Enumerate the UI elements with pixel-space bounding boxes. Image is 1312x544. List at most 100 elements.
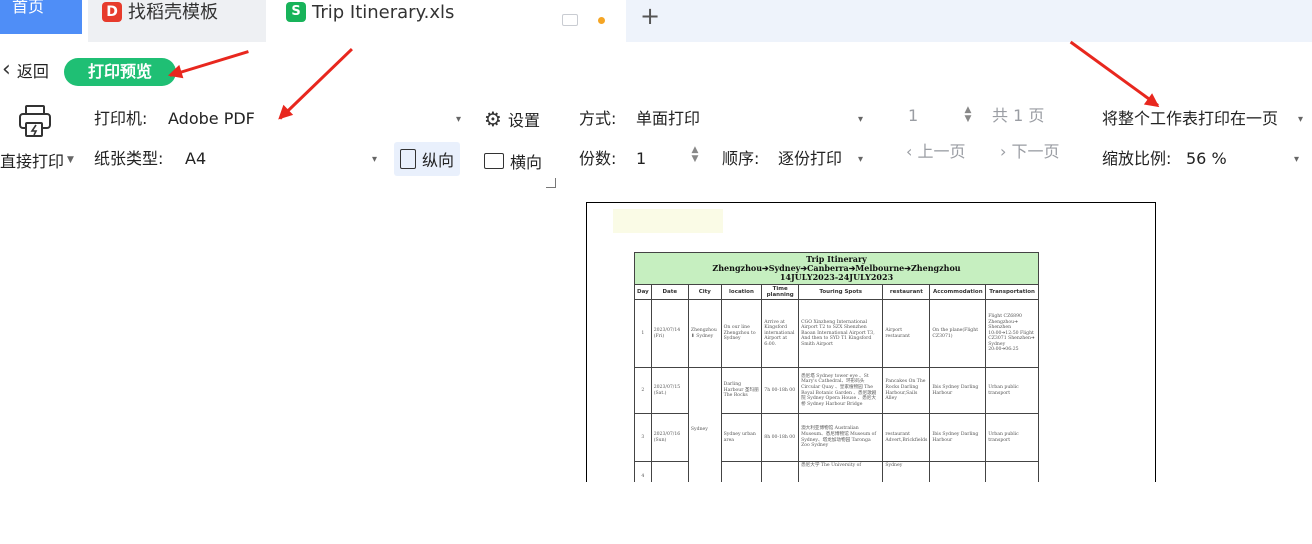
cell-location: On our line Zhengzhou to Sydney bbox=[720, 299, 763, 368]
printer-dropdown-icon[interactable]: ▾ bbox=[456, 114, 461, 125]
portrait-label: 纵向 bbox=[422, 151, 455, 170]
copies-label: 份数: bbox=[579, 149, 617, 168]
cell-transport: Urban public transport bbox=[985, 413, 1039, 462]
page-number-input[interactable]: 1 bbox=[908, 106, 918, 126]
cell-city-merged: Sydney bbox=[687, 367, 722, 484]
cell-transport bbox=[985, 461, 1039, 484]
copies-input[interactable]: 1 bbox=[636, 149, 646, 169]
print-preview-badge: 打印预览 bbox=[64, 58, 176, 86]
cell-spots: CGO Xinzheng International Airport T2 to… bbox=[798, 299, 884, 368]
cell-transport: Urban public transport bbox=[985, 367, 1039, 414]
scale-mode-select[interactable]: 将整个工作表打印在一页 bbox=[1102, 109, 1278, 129]
direct-print-button[interactable]: 直接打印 ▼ bbox=[0, 148, 74, 172]
back-button[interactable]: ‹ 返回 bbox=[2, 58, 49, 82]
cell-time: Arrive at Kingsford international Airpor… bbox=[761, 299, 800, 368]
settings-button[interactable]: ⚙ 设置 bbox=[478, 102, 546, 136]
header-location: location bbox=[720, 284, 763, 300]
annotation-arrow-preview bbox=[169, 50, 249, 77]
add-tab-button[interactable]: + bbox=[640, 4, 660, 28]
header-transport: Transportation bbox=[985, 284, 1039, 300]
method-label: 方式: bbox=[579, 109, 617, 128]
wps-d-icon: D bbox=[102, 2, 122, 22]
landscape-label: 横向 bbox=[510, 153, 543, 172]
header-city: City bbox=[687, 284, 722, 300]
tab-strip-empty bbox=[626, 0, 1312, 42]
direct-print-label: 直接打印 bbox=[0, 152, 65, 171]
itinerary-table: Trip Itinerary Zhengzhou➔Sydney➔Canberra… bbox=[634, 252, 1039, 484]
order-select[interactable]: 逐份打印 bbox=[778, 149, 842, 169]
cell-spots: 悉尼大学 The University of bbox=[798, 461, 884, 484]
cell-day: 2 bbox=[634, 367, 652, 414]
cell-day: 3 bbox=[634, 413, 652, 462]
next-page-button[interactable]: › 下一页 bbox=[1000, 142, 1060, 162]
title-row: Trip Itinerary Zhengzhou➔Sydney➔Canberra… bbox=[634, 252, 1039, 285]
header-time: Time planning bbox=[761, 284, 800, 300]
back-label: 返回 bbox=[16, 62, 49, 81]
header-spots: Touring Spots bbox=[798, 284, 884, 300]
cell-time: 7h 00-18h 00 bbox=[761, 367, 800, 414]
cell-date: 2023/07/16 (Sun) bbox=[650, 413, 689, 462]
page-total: 共 1 页 bbox=[992, 106, 1045, 125]
zoom-label: 缩放比例: bbox=[1102, 149, 1172, 168]
zoom-select[interactable]: 56 % bbox=[1186, 149, 1227, 169]
method-dropdown-icon[interactable]: ▾ bbox=[858, 114, 863, 125]
prev-page-button[interactable]: ‹ 上一页 bbox=[906, 142, 966, 162]
landscape-page-icon bbox=[484, 153, 504, 169]
header-row: Day Date City location Time planning Tou… bbox=[634, 284, 1039, 300]
cell-accommodation: Ibis Sydney Darling Harbour bbox=[929, 367, 987, 414]
cell-day: 4 bbox=[634, 461, 652, 484]
settings-label: 设置 bbox=[507, 111, 540, 130]
cell-transport: Flight CZ6890 Zhengzhou➔ Shenzhen 10:00➔… bbox=[985, 299, 1039, 368]
chevron-left-icon: ‹ bbox=[2, 57, 11, 82]
group-corner-mark bbox=[546, 178, 556, 188]
cell-city: Zhengzhou ⬇ Sydney bbox=[687, 299, 722, 368]
cell-accommodation bbox=[929, 461, 987, 484]
cell-location bbox=[720, 461, 763, 484]
cell-time bbox=[761, 461, 800, 484]
table-row: 1 2023/07/14 (Fri) Zhengzhou ⬇ Sydney On… bbox=[634, 299, 1039, 368]
printer-select[interactable]: Adobe PDF bbox=[168, 109, 255, 129]
method-select[interactable]: 单面打印 bbox=[636, 109, 700, 129]
cell-location: Darling Harbour 圣玛丽 The Rocks bbox=[720, 367, 763, 414]
cell-restaurant: Sydney bbox=[882, 461, 931, 484]
cell-spots: 悉尼塔 Sydney tower eye 、St Mary's Cathedra… bbox=[798, 367, 884, 414]
copies-stepper-icon[interactable]: ▲ ▼ bbox=[690, 146, 700, 164]
paper-type-select[interactable]: A4 bbox=[185, 149, 206, 169]
tab-home-label: 首页 bbox=[12, 0, 45, 16]
paper-dropdown-icon[interactable]: ▾ bbox=[372, 154, 377, 165]
landscape-button[interactable]: 横向 bbox=[478, 144, 548, 178]
annotation-arrow-printer bbox=[278, 47, 353, 120]
header-day: Day bbox=[634, 284, 652, 300]
tab-template[interactable]: D 找稻壳模板 bbox=[88, 0, 266, 42]
scale-mode-dropdown-icon[interactable]: ▾ bbox=[1298, 114, 1303, 125]
zoom-dropdown-icon[interactable]: ▾ bbox=[1294, 154, 1299, 165]
bottom-blank-area bbox=[0, 482, 1312, 544]
spreadsheet-icon: S bbox=[286, 2, 306, 22]
table-row: 2 2023/07/15 (Sat.) Sydney Darling Harbo… bbox=[634, 367, 1039, 484]
annotation-arrow-scale bbox=[1069, 40, 1159, 107]
portrait-page-icon bbox=[400, 149, 416, 169]
tab-trip-itinerary[interactable]: S Trip Itinerary.xls bbox=[280, 0, 480, 36]
cell-accommodation: Ibis Sydney Darling Harbour bbox=[929, 413, 987, 462]
paper-type-label: 纸张类型: bbox=[94, 149, 164, 168]
printer-icon[interactable] bbox=[18, 104, 54, 138]
portrait-button[interactable]: 纵向 bbox=[394, 142, 461, 176]
cell-spots: 澳大利亚博物馆 Australian Museum、悉尼博物馆 Museum o… bbox=[798, 413, 884, 462]
prev-page-label: 上一页 bbox=[917, 142, 966, 161]
next-page-label: 下一页 bbox=[1011, 142, 1060, 161]
tab-bar: 首页 D 找稻壳模板 S Trip Itinerary.xls + bbox=[0, 0, 1312, 42]
cell-date: 2023/07/14 (Fri) bbox=[650, 299, 689, 368]
header-date: Date bbox=[650, 284, 689, 300]
page-stepper-icon[interactable]: ▲ ▼ bbox=[963, 106, 973, 124]
order-dropdown-icon[interactable]: ▾ bbox=[858, 154, 863, 165]
header-restaurant: restaurant bbox=[882, 284, 931, 300]
monitor-icon[interactable] bbox=[562, 14, 578, 26]
cell-day: 1 bbox=[634, 299, 652, 368]
tab-home[interactable]: 首页 bbox=[0, 0, 82, 34]
cell-time: 8h 00-18h 00 bbox=[761, 413, 800, 462]
order-label: 顺序: bbox=[722, 149, 760, 168]
header-accommodation: Accommodation bbox=[929, 284, 987, 300]
cell-accommodation: On the plane(Flight CZ3071) bbox=[929, 299, 987, 368]
status-dot-icon bbox=[598, 17, 605, 24]
printer-label: 打印机: bbox=[94, 109, 148, 128]
